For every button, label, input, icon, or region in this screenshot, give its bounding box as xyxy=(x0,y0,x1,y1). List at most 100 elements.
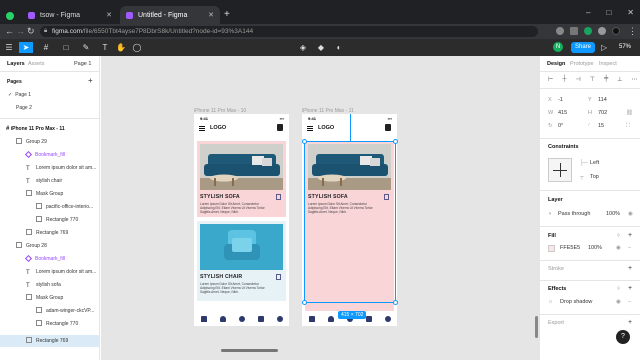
add-page-icon[interactable]: + xyxy=(88,76,93,85)
page-item-1[interactable]: ✓ Page 1 xyxy=(0,89,100,101)
y-field[interactable]: 114 xyxy=(598,97,607,103)
close-tab-icon[interactable]: ✕ xyxy=(106,11,112,19)
layer-row[interactable]: pacific-office-interio... xyxy=(0,201,100,213)
h-field[interactable]: 702 xyxy=(598,110,607,116)
main-menu-icon[interactable]: ☰ xyxy=(4,42,14,53)
fill-opacity[interactable]: 100% xyxy=(588,245,602,251)
resize-handle[interactable] xyxy=(302,300,307,305)
browser-tab-tsow[interactable]: tsow - Figma ✕ xyxy=(22,6,118,24)
add-effect-icon[interactable]: + xyxy=(628,285,632,292)
star-icon[interactable] xyxy=(570,27,578,35)
layer-opacity[interactable]: 100% xyxy=(606,211,620,217)
frame-tool-icon[interactable]: # xyxy=(40,42,52,53)
x-field[interactable]: -1 xyxy=(558,97,563,103)
align-right-icon[interactable]: ⊣ xyxy=(576,76,581,83)
share-button[interactable]: Share xyxy=(571,42,595,53)
page-selector[interactable]: Page 1 xyxy=(74,61,91,67)
independent-corners-icon[interactable]: ⛶ xyxy=(626,123,630,130)
home-icon[interactable] xyxy=(308,316,315,322)
bookmarks-icon[interactable] xyxy=(365,316,372,322)
layer-row[interactable]: adam-winger-ckcVP... xyxy=(0,305,100,317)
layer-row[interactable]: Rectangle 770 xyxy=(0,318,100,330)
align-hcenter-icon[interactable]: ┼ xyxy=(562,76,566,83)
add-fill-icon[interactable]: + xyxy=(628,232,632,239)
layer-row[interactable]: # iPhone 11 Pro Max - 11 xyxy=(0,123,100,135)
align-left-icon[interactable]: ⊢ xyxy=(548,76,553,83)
constraints-widget[interactable] xyxy=(548,158,572,182)
blend-mode-select[interactable]: Pass through xyxy=(558,211,590,217)
profile-icon[interactable] xyxy=(384,316,391,322)
shopping-bag-icon[interactable] xyxy=(385,124,391,131)
shape-tool-icon[interactable]: □ xyxy=(60,42,72,53)
add-export-icon[interactable]: + xyxy=(628,319,632,326)
close-tab-icon[interactable]: ✕ xyxy=(208,11,214,19)
tab-prototype[interactable]: Prototype xyxy=(570,61,594,67)
constraint-vertical[interactable]: Top xyxy=(590,174,599,180)
new-tab-icon[interactable]: + xyxy=(224,10,230,20)
kebab-menu-icon[interactable]: ⋮ xyxy=(628,26,637,36)
layer-row[interactable]: Rectangle 769 xyxy=(0,227,100,239)
resize-handle[interactable] xyxy=(393,300,398,305)
canvas-horizontal-scrollbar[interactable] xyxy=(221,349,278,352)
eye-icon[interactable]: ◉ xyxy=(616,245,621,251)
puzzle-icon[interactable] xyxy=(598,27,606,35)
effect-style-icon[interactable]: ⁘ xyxy=(616,286,621,292)
bell-icon[interactable] xyxy=(327,316,334,322)
remove-fill-icon[interactable]: – xyxy=(628,245,631,251)
share-page-icon[interactable] xyxy=(556,27,564,35)
hand-tool-icon[interactable]: ✋ xyxy=(116,42,126,53)
bookmarks-icon[interactable] xyxy=(257,316,264,322)
bell-icon[interactable] xyxy=(219,316,226,322)
component-icon[interactable]: ◈ xyxy=(298,42,308,53)
back-icon[interactable]: ← xyxy=(5,26,14,36)
tab-design[interactable]: Design xyxy=(547,61,565,67)
fill-style-icon[interactable]: ⁘ xyxy=(616,233,621,239)
bookmark-icon[interactable] xyxy=(276,274,281,280)
layer-row[interactable]: Mask Group xyxy=(0,188,100,200)
layer-row[interactable]: Bookmark_fill xyxy=(0,149,100,161)
fill-swatch[interactable] xyxy=(548,245,555,252)
tab-inspect[interactable]: Inspect xyxy=(599,61,617,67)
layer-row[interactable]: Group 29 xyxy=(0,136,100,148)
align-vcenter-icon[interactable]: ╪ xyxy=(604,76,608,83)
pen-tool-icon[interactable]: ✎ xyxy=(80,42,92,53)
home-icon[interactable] xyxy=(200,316,207,322)
constrain-proportions-icon[interactable]: ⛓ xyxy=(626,110,633,116)
layer-row[interactable]: T Lorem ipsum dolor sit am... xyxy=(0,266,100,278)
layer-row[interactable]: Tstylish chair xyxy=(0,175,100,187)
text-tool-icon[interactable]: T xyxy=(100,42,110,53)
canvas[interactable]: iPhone 11 Pro Max - 10 iPhone 11 Pro Max… xyxy=(101,56,539,360)
layer-row[interactable]: Bookmark_fill xyxy=(0,253,100,265)
canvas-vertical-scrollbar[interactable] xyxy=(535,316,538,338)
resize-handle[interactable] xyxy=(302,139,307,144)
user-avatar[interactable]: N xyxy=(553,42,563,52)
w-field[interactable]: 415 xyxy=(558,110,567,116)
present-icon[interactable]: ▷ xyxy=(601,42,607,53)
zoom-level[interactable]: 57% xyxy=(619,44,631,50)
tab-assets[interactable]: Assets xyxy=(28,61,45,67)
move-tool-icon[interactable]: ➤ xyxy=(19,42,33,53)
selection-box[interactable] xyxy=(304,141,396,303)
align-top-icon[interactable]: ⊤ xyxy=(590,76,595,83)
browser-tab-untitled[interactable]: Untitled - Figma ✕ xyxy=(120,6,220,24)
product-card-chair[interactable]: STYLISH CHAIR Lorem Ipsum Dolor Sit Amet… xyxy=(197,221,286,301)
reload-icon[interactable]: ↻ xyxy=(27,26,35,36)
minimize-icon[interactable]: – xyxy=(586,8,590,17)
url-field[interactable]: 🔒︎ figma.com/file/6550Tbt4ayse7P8DbrS8k/… xyxy=(40,26,538,37)
eye-icon[interactable]: ◉ xyxy=(628,211,633,217)
profile-icon[interactable] xyxy=(276,316,283,322)
contrast-icon[interactable]: ◐ xyxy=(334,42,344,53)
layer-row[interactable]: Rectangle 770 xyxy=(0,214,100,226)
remove-effect-icon[interactable]: – xyxy=(628,299,631,305)
help-button[interactable]: ? xyxy=(616,330,630,344)
layer-row[interactable]: Tstylish sofa xyxy=(0,279,100,291)
hamburger-icon[interactable] xyxy=(199,126,205,131)
comment-tool-icon[interactable]: ◯ xyxy=(132,42,142,53)
hamburger-icon[interactable] xyxy=(307,126,313,131)
layer-row[interactable]: Mask Group xyxy=(0,292,100,304)
layer-row[interactable]: T Lorem ipsum dolor sit am... xyxy=(0,162,100,174)
layer-row-selected[interactable]: Rectangle 769 xyxy=(0,335,100,347)
distribute-icon[interactable]: ⋯ xyxy=(631,76,637,83)
forward-icon[interactable]: → xyxy=(16,26,25,36)
align-bottom-icon[interactable]: ⊥ xyxy=(617,76,622,83)
